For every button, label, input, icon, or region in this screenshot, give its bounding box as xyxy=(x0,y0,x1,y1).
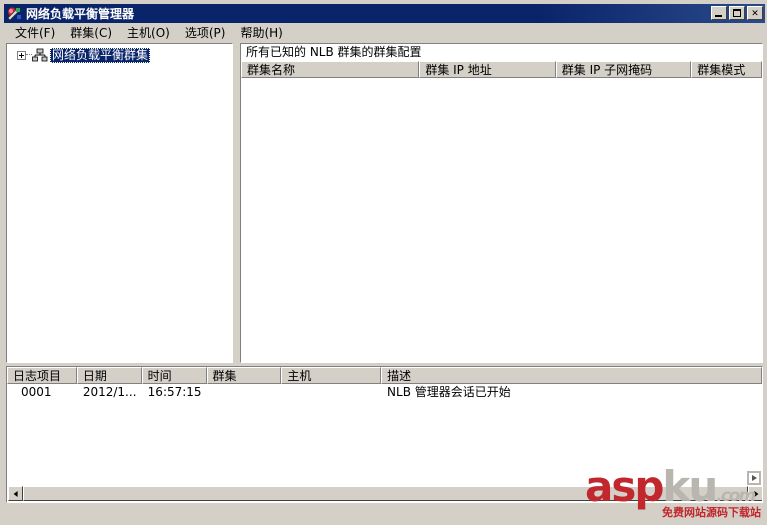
table-row[interactable]: 0001 2012/1... 16:57:15 NLB 管理器会话已开始 xyxy=(7,384,762,400)
log-cell-item: 0001 xyxy=(21,385,52,399)
close-button[interactable]: ✕ xyxy=(747,6,763,20)
window-controls: ✕ xyxy=(711,6,763,20)
log-pane[interactable]: 日志项目 日期 时间 群集 主机 描述 0001 2012/1... 16:57… xyxy=(6,366,763,503)
column-header-time[interactable]: 时间 xyxy=(141,367,207,384)
window-title: 网络负载平衡管理器 xyxy=(26,7,135,21)
column-header-cluster-mode[interactable]: 群集模式 xyxy=(691,61,762,78)
tree-expander-icon[interactable] xyxy=(17,50,26,60)
menu-bar: 文件(F) 群集(C) 主机(O) 选项(P) 帮助(H) xyxy=(4,24,765,41)
log-cell-description: NLB 管理器会话已开始 xyxy=(387,385,511,399)
menu-file[interactable]: 文件(F) xyxy=(8,23,63,42)
log-cell-date: 2012/1... xyxy=(82,385,137,399)
close-icon: ✕ xyxy=(751,8,759,18)
menu-host[interactable]: 主机(O) xyxy=(120,23,178,42)
minimize-button[interactable] xyxy=(711,6,727,20)
column-header-cluster-subnet[interactable]: 群集 IP 子网掩码 xyxy=(555,61,692,78)
scroll-right-button[interactable] xyxy=(748,486,762,501)
client-area: 网络负载平衡群集 所有已知的 NLB 群集的群集配置 群集名称 群集 IP 地址… xyxy=(4,41,765,523)
title-bar: 网络负载平衡管理器 ✕ xyxy=(4,4,765,23)
column-header-log-item[interactable]: 日志项目 xyxy=(7,367,77,384)
log-cell-time: 16:57:15 xyxy=(147,385,202,399)
log-list-header: 日志项目 日期 时间 群集 主机 描述 xyxy=(7,367,762,384)
column-header-cluster[interactable]: 群集 xyxy=(206,367,282,384)
maximize-button[interactable] xyxy=(729,6,745,20)
cluster-list-caption: 所有已知的 NLB 群集的群集配置 xyxy=(241,44,762,61)
cluster-hierarchy-icon xyxy=(32,48,48,62)
column-header-date[interactable]: 日期 xyxy=(76,367,142,384)
column-header-cluster-ip[interactable]: 群集 IP 地址 xyxy=(419,61,556,78)
column-header-host[interactable]: 主机 xyxy=(281,367,382,384)
tree-item-label[interactable]: 网络负载平衡群集 xyxy=(50,47,151,63)
log-horizontal-scrollbar[interactable] xyxy=(8,486,762,501)
menu-help[interactable]: 帮助(H) xyxy=(233,23,290,42)
nlb-manager-icon xyxy=(6,5,22,22)
vertical-splitter[interactable] xyxy=(234,43,239,363)
cluster-tree-pane[interactable]: 网络负载平衡群集 xyxy=(6,43,233,363)
application-window: 网络负载平衡管理器 ✕ 文件(F) 群集(C) 主机(O) 选项(P) 帮助(H… xyxy=(0,0,767,525)
column-header-cluster-name[interactable]: 群集名称 xyxy=(241,61,420,78)
scroll-left-button[interactable] xyxy=(8,486,23,501)
scrollbar-thumb[interactable] xyxy=(23,486,748,501)
menu-cluster[interactable]: 群集(C) xyxy=(63,23,120,42)
cluster-list-header: 群集名称 群集 IP 地址 群集 IP 子网掩码 群集模式 xyxy=(241,61,762,78)
tree-item-nlb-clusters[interactable]: 网络负载平衡群集 xyxy=(7,47,232,63)
column-header-description[interactable]: 描述 xyxy=(381,367,762,384)
cluster-list-pane[interactable]: 所有已知的 NLB 群集的群集配置 群集名称 群集 IP 地址 群集 IP 子网… xyxy=(240,43,763,363)
menu-options[interactable]: 选项(P) xyxy=(178,23,234,42)
